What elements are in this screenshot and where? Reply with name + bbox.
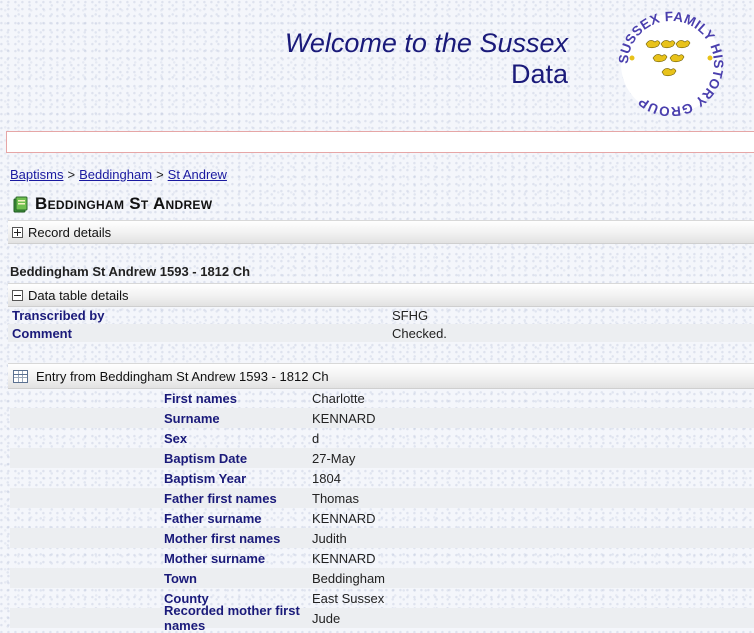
table-row: Surname KENNARD [10, 408, 754, 428]
book-icon [13, 196, 28, 212]
entry-title: Entry from Beddingham St Andrew 1593 - 1… [36, 368, 329, 384]
site-header: Welcome to the Sussex Data SUSSEX FAMILY… [0, 0, 754, 125]
field-label: Father first names [164, 490, 277, 506]
welcome-line-2: Data [510, 59, 568, 89]
field-value: KENNARD [312, 510, 376, 526]
field-label: First names [164, 390, 237, 406]
table-row: Father first names Thomas [10, 488, 754, 508]
table-icon [13, 369, 28, 383]
data-table-details-label: Data table details [28, 287, 129, 303]
field-value: Beddingham [312, 570, 385, 586]
page-title-text: Beddingham St Andrew [35, 194, 213, 213]
table-row: Father surname KENNARD [10, 508, 754, 528]
field-value: East Sussex [312, 590, 385, 606]
record-details-label: Record details [28, 224, 112, 240]
field-label: Father surname [164, 510, 262, 526]
field-label: Sex [164, 430, 188, 446]
field-label: Town [164, 570, 197, 586]
field-value: Judith [312, 530, 347, 546]
expand-icon[interactable] [12, 226, 23, 238]
breadcrumb: Baptisms > Beddingham > St Andrew [10, 167, 227, 182]
table-row: Sex d [10, 428, 754, 448]
details-row: Transcribed by SFHG [8, 306, 754, 324]
dataset-title: Beddingham St Andrew 1593 - 1812 Ch [10, 264, 251, 279]
collapse-icon[interactable] [12, 289, 23, 301]
table-row: Mother first names Judith [10, 528, 754, 548]
field-value: Thomas [312, 490, 359, 506]
field-value: d [312, 430, 320, 446]
field-value: Jude [312, 610, 341, 626]
details-label: Comment [12, 325, 72, 341]
table-row: First names Charlotte [10, 388, 754, 408]
table-row: Town Beddingham [10, 568, 754, 588]
breadcrumb-baptisms-link[interactable]: Baptisms [10, 167, 63, 182]
field-value: 1804 [312, 470, 341, 486]
page-title: Beddingham St Andrew [12, 194, 212, 214]
welcome-heading: Welcome to the Sussex Data [285, 28, 568, 90]
field-value: KENNARD [312, 550, 376, 566]
breadcrumb-st-andrew-link[interactable]: St Andrew [168, 167, 227, 182]
details-label: Transcribed by [12, 307, 105, 323]
field-label: Mother first names [164, 530, 281, 546]
search-input[interactable] [6, 131, 754, 153]
details-value: SFHG [392, 307, 429, 323]
field-label: Baptism Year [164, 470, 247, 486]
field-label: Baptism Date [164, 450, 248, 466]
table-row: Baptism Date 27-May [10, 448, 754, 468]
record-details-toggle[interactable]: Record details [8, 220, 754, 244]
field-label: Surname [164, 410, 220, 426]
entry-header: Entry from Beddingham St Andrew 1593 - 1… [8, 363, 754, 389]
details-value: Checked. [392, 325, 447, 341]
breadcrumb-separator: > [67, 167, 76, 182]
welcome-line-1: Welcome to the Sussex [284, 28, 568, 58]
table-row: Baptism Year 1804 [10, 468, 754, 488]
entry-table: First names Charlotte Surname KENNARD Sex d… [10, 388, 754, 633]
sfhg-logo[interactable]: SUSSEX FAMILY HISTORY GROUP [612, 6, 730, 116]
breadcrumb-beddingham-link[interactable]: Beddingham [79, 167, 152, 182]
field-label: Mother surname [164, 550, 266, 566]
details-row: Comment Checked. [8, 324, 754, 342]
field-value: KENNARD [312, 410, 376, 426]
field-value: Charlotte [312, 390, 365, 406]
breadcrumb-separator: > [156, 167, 164, 182]
table-row: Mother surname KENNARD [10, 548, 754, 568]
table-row: Recorded mother first names Jude [10, 603, 754, 633]
field-value: 27-May [312, 450, 356, 466]
data-table-details-toggle[interactable]: Data table details [8, 283, 754, 307]
